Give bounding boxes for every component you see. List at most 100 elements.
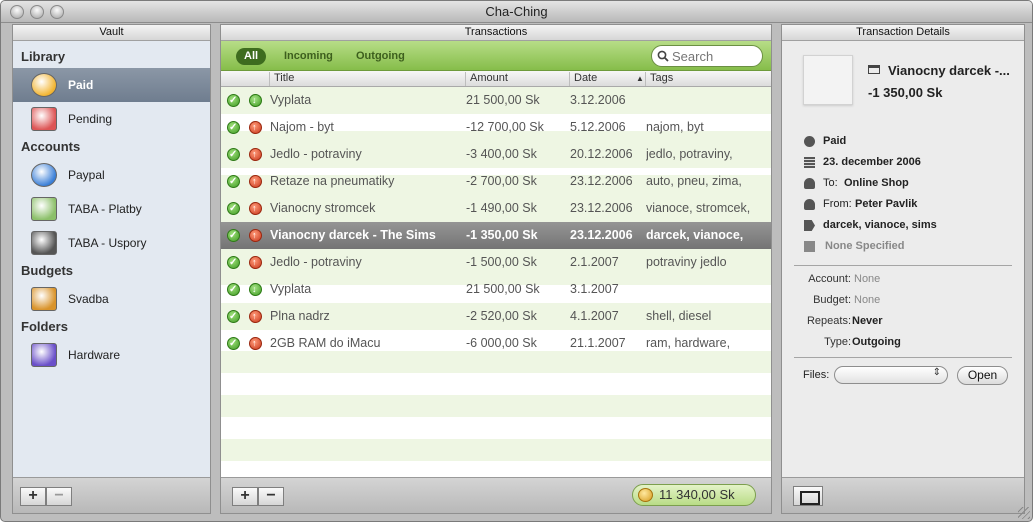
table-row[interactable]: Retaze na pneumatiky -2 700,00 Sk 23.12.20…: [221, 168, 771, 195]
safe-icon: [31, 231, 57, 255]
sidebar-item-label: TABA - Uspory: [68, 236, 147, 250]
outgoing-arrow-icon: [249, 168, 262, 195]
card-icon: [868, 65, 880, 74]
add-vault-item-button[interactable]: +: [20, 487, 46, 506]
window-title: Cha-Ching: [485, 4, 548, 19]
cell-amount: -2 700,00 Sk: [466, 174, 537, 188]
table-row[interactable]: Najom - byt -12 700,00 Sk 5.12.2006 najom, …: [221, 114, 771, 141]
remove-transaction-button[interactable]: −: [258, 487, 284, 506]
table-row[interactable]: 2GB RAM do iMacu -6 000,00 Sk 21.1.2007 ram…: [221, 330, 771, 357]
coin-icon: [638, 488, 653, 502]
details-budget-label: Budget:: [813, 294, 851, 306]
resize-grip-icon[interactable]: [1018, 507, 1030, 519]
vault-footer: + −: [13, 477, 210, 513]
cell-amount: -2 520,00 Sk: [466, 309, 537, 323]
details-title: Vianocny darcek -...: [888, 63, 1010, 78]
table-row[interactable]: Jedlo - potraviny -1 500,00 Sk 2.1.2007 pot…: [221, 249, 771, 276]
person-icon: [804, 199, 815, 210]
cleared-checkmark-icon[interactable]: [227, 168, 240, 195]
receipt-thumbnail[interactable]: [803, 55, 853, 105]
incoming-arrow-icon: [249, 276, 262, 303]
cell-amount: -12 700,00 Sk: [466, 120, 544, 134]
table-row[interactable]: Vyplata 21 500,00 Sk 3.12.2006: [221, 87, 771, 114]
table-row[interactable]: Vyplata 21 500,00 Sk 3.1.2007: [221, 276, 771, 303]
outgoing-arrow-icon: [249, 141, 262, 168]
outgoing-arrow-icon: [249, 303, 262, 330]
open-file-button[interactable]: Open: [957, 366, 1008, 385]
sidebar-item-taba-uspory[interactable]: TABA - Uspory: [13, 226, 210, 260]
sidebar-item-svadba[interactable]: Svadba: [13, 282, 210, 316]
sidebar-item-hardware[interactable]: Hardware: [13, 338, 210, 372]
add-transaction-button[interactable]: +: [232, 487, 258, 506]
column-header-title[interactable]: Title: [269, 72, 465, 86]
cell-title: Vyplata: [270, 93, 312, 107]
table-row[interactable]: Vianocny stromcek -1 490,00 Sk 23.12.2006 v…: [221, 195, 771, 222]
sort-ascending-icon: ▲: [636, 74, 644, 83]
details-to-value: Online Shop: [844, 177, 909, 189]
files-label: Files:: [803, 369, 830, 381]
cell-title: 2GB RAM do iMacu: [270, 336, 381, 350]
scales-icon: [31, 287, 57, 311]
cleared-checkmark-icon[interactable]: [227, 87, 240, 114]
cell-tags: darcek, vianoce,: [646, 228, 744, 242]
globe-icon: [31, 163, 57, 187]
cleared-checkmark-icon[interactable]: [227, 195, 240, 222]
cleared-checkmark-icon[interactable]: [227, 276, 240, 303]
cleared-checkmark-icon[interactable]: [227, 330, 240, 357]
vault-source-list: Library Paid Pending Accounts Paypal TABA - P…: [13, 41, 210, 372]
column-header-amount[interactable]: Amount: [465, 72, 569, 86]
details-date-value: 23. december 2006: [823, 156, 921, 168]
cleared-checkmark-icon[interactable]: [227, 249, 240, 276]
cleared-checkmark-icon[interactable]: [227, 141, 240, 168]
cell-date: 23.12.2006: [570, 228, 633, 242]
transactions-table: Vyplata 21 500,00 Sk 3.12.2006 Najom - byt -…: [221, 87, 771, 477]
filter-tab-incoming[interactable]: Incoming: [276, 48, 341, 65]
export-button[interactable]: [793, 486, 823, 506]
details-repeats-row: Repeats: Never: [782, 311, 1026, 332]
cell-title: Najom - byt: [270, 120, 334, 134]
vault-header: Vault: [13, 25, 210, 41]
cell-title: Jedlo - potraviny: [270, 255, 362, 269]
column-header-date[interactable]: Date ▲: [569, 72, 645, 86]
outgoing-arrow-icon: [249, 249, 262, 276]
balance-total-value: 11 340,00 Sk: [659, 487, 735, 502]
cell-date: 3.12.2006: [570, 93, 626, 107]
table-row[interactable]: Vianocny darcek - The Sims -1 350,00 Sk 23…: [221, 222, 771, 249]
details-from-label: From:: [823, 198, 852, 210]
calendar-icon: [31, 107, 57, 131]
cleared-checkmark-icon[interactable]: [227, 222, 240, 249]
cell-tags: vianoce, stromcek,: [646, 201, 751, 215]
column-header-tags[interactable]: Tags: [645, 72, 773, 86]
cell-tags: jedlo, potraviny,: [646, 147, 733, 161]
remove-vault-item-button[interactable]: −: [46, 487, 72, 506]
sidebar-item-paypal[interactable]: Paypal: [13, 158, 210, 192]
banknote-icon: [31, 197, 57, 221]
filter-tab-outgoing[interactable]: Outgoing: [348, 48, 413, 65]
search-field[interactable]: [651, 45, 763, 67]
cell-title: Vyplata: [270, 282, 312, 296]
folder-icon: [31, 343, 57, 367]
cell-title: Plna nadrz: [270, 309, 330, 323]
table-row[interactable]: Jedlo - potraviny -3 400,00 Sk 20.12.2006 j…: [221, 141, 771, 168]
cell-title: Vianocny darcek - The Sims: [270, 228, 436, 242]
outgoing-arrow-icon: [249, 222, 262, 249]
cell-date: 3.1.2007: [570, 282, 619, 296]
cell-amount: 21 500,00 Sk: [466, 93, 540, 107]
cell-date: 2.1.2007: [570, 255, 619, 269]
files-popup[interactable]: [834, 366, 948, 384]
filter-tab-all[interactable]: All: [236, 48, 267, 65]
sidebar-item-paid[interactable]: Paid: [13, 68, 210, 102]
details-divider: [794, 357, 1012, 358]
sidebar-item-taba-platby[interactable]: TABA - Platby: [13, 192, 210, 226]
outgoing-arrow-icon: [249, 114, 262, 141]
note-icon: [804, 241, 815, 252]
details-account-row: Account: None: [782, 269, 1026, 290]
cell-title: Jedlo - potraviny: [270, 147, 362, 161]
sidebar-item-pending[interactable]: Pending: [13, 102, 210, 136]
cleared-checkmark-icon[interactable]: [227, 303, 240, 330]
cell-amount: -1 350,00 Sk: [466, 228, 538, 242]
table-row[interactable]: Plna nadrz -2 520,00 Sk 4.1.2007 shell, die…: [221, 303, 771, 330]
cleared-checkmark-icon[interactable]: [227, 114, 240, 141]
details-from-value: Peter Pavlik: [855, 198, 918, 210]
search-input[interactable]: [672, 49, 758, 64]
